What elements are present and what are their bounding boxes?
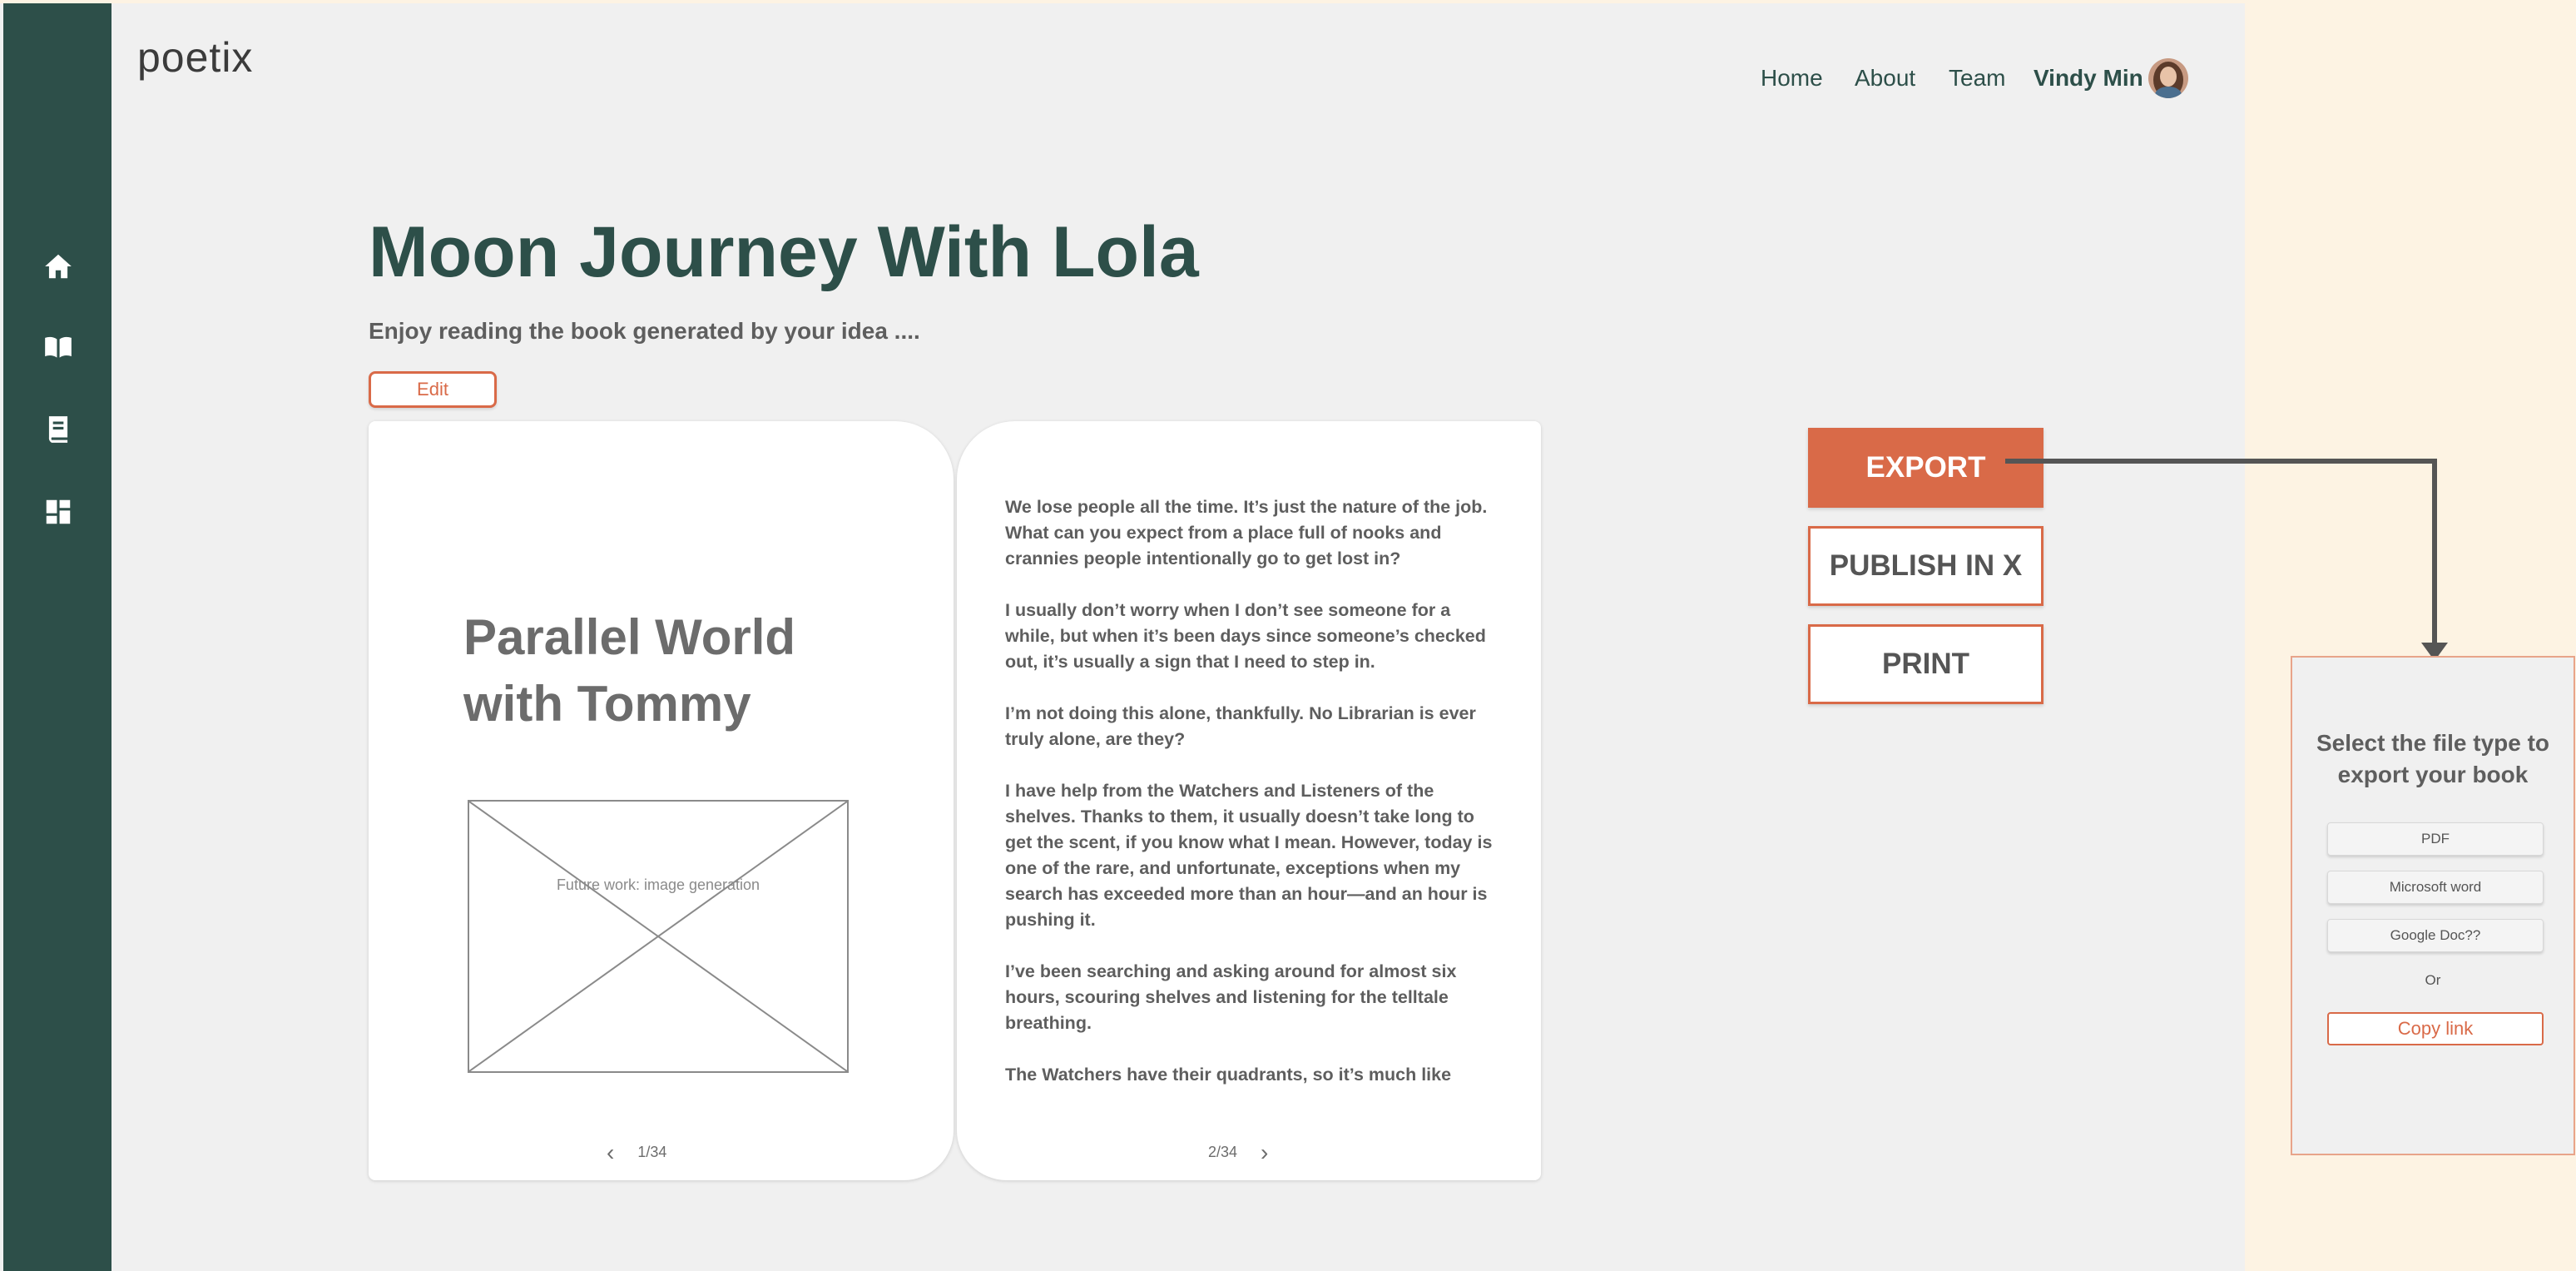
sidebar-item-library[interactable] [38,410,78,449]
left-page-indicator: 1/34 [637,1144,667,1160]
export-panel: Select the file type to export your book… [2291,656,2575,1155]
library-book-icon [48,416,68,443]
export-option-word[interactable]: Microsoft word [2327,871,2544,904]
nav-home[interactable]: Home [1761,65,1823,92]
avatar[interactable] [2148,58,2188,98]
right-page-indicator: 2/34 [1208,1144,1238,1160]
next-page-icon[interactable]: › [1261,1140,1268,1164]
left-page-pager: ‹ 1/34 [607,1140,667,1164]
sidebar [3,3,111,1271]
story-paragraph: The Watchers have their quadrants, so it… [1005,1065,1452,1085]
export-option-google-doc[interactable]: Google Doc?? [2327,919,2544,952]
nav-team[interactable]: Team [1949,65,2005,92]
edit-button[interactable]: Edit [369,371,497,408]
avatar-face [2160,67,2177,87]
copy-link-button[interactable]: Copy link [2327,1012,2544,1045]
book-open-icon [45,336,72,358]
brand-logo[interactable]: poetix [137,33,253,82]
page-subtitle: Enjoy reading the book generated by your… [369,318,920,344]
image-placeholder-cross [469,802,847,1071]
story-text: We lose people all the time. It’s just t… [1005,494,1504,1114]
export-panel-title: Select the file type to export your book [2316,730,2550,787]
home-icon [45,254,72,279]
book-page-left: Parallel World with Tommy Future work: i… [369,421,954,1180]
dashboard-icon [46,499,71,524]
export-option-pdf[interactable]: PDF [2327,822,2544,856]
image-placeholder: Future work: image generation [468,800,849,1073]
story-paragraph: I have help from the Watchers and Listen… [1005,781,1493,930]
nav-about[interactable]: About [1855,65,1915,92]
page-title: Moon Journey With Lola [369,212,1199,292]
avatar-body [2155,87,2182,98]
export-flow-arrow [2005,459,2448,661]
export-or-text: Or [2425,972,2441,988]
sidebar-item-read[interactable] [38,327,78,367]
sidebar-item-dashboard[interactable] [38,492,78,532]
story-paragraph: We lose people all the time. It’s just t… [1005,497,1488,568]
story-paragraph: I’ve been searching and asking around fo… [1005,961,1457,1033]
image-placeholder-label: Future work: image generation [556,876,760,893]
prev-page-icon[interactable]: ‹ [607,1140,614,1164]
story-paragraph: I usually don’t worry when I don’t see s… [1005,600,1486,672]
nav-user-name[interactable]: Vindy Min [2034,65,2143,92]
book-heading: Parallel World with Tommy [463,609,796,732]
book-page-right: We lose people all the time. It’s just t… [957,421,1541,1180]
sidebar-item-home[interactable] [38,246,78,286]
app-window: poetix Home About Team Vindy Min Moon Jo… [0,3,2245,1271]
story-paragraph: I’m not doing this alone, thankfully. No… [1005,703,1476,749]
right-page-pager: 2/34 › [1208,1140,1268,1164]
